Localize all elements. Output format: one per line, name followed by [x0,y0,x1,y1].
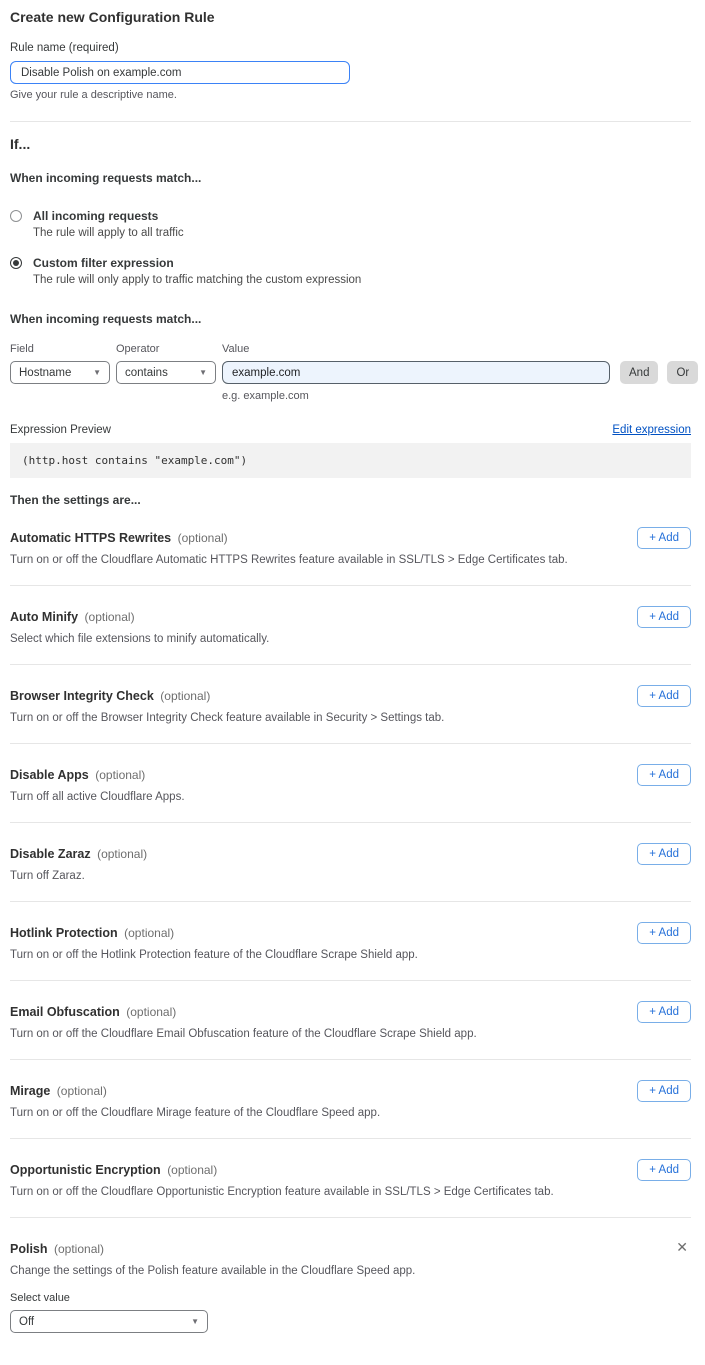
expression-preview-header: Expression Preview Edit expression [10,424,691,436]
setting-description: Select which file extensions to minify a… [10,633,691,646]
setting-row: Mirage (optional) Turn on or off the Clo… [10,1060,691,1139]
page-title: Create new Configuration Rule [10,0,691,25]
or-button[interactable]: Or [667,361,698,384]
setting-row: Browser Integrity Check (optional) Turn … [10,665,691,744]
expression-builder-labels: Field Operator Value [10,343,691,355]
radio-custom-filter-expression[interactable]: Custom filter expression The rule will o… [10,256,691,286]
add-button[interactable]: + Add [637,922,691,944]
setting-optional-tag: (optional) [126,1005,176,1019]
create-configuration-rule-page: Create new Configuration Rule Rule name … [0,0,705,1365]
polish-setting-row: Polish (optional) ✕ Change the settings … [10,1218,691,1351]
setting-description: Turn off Zaraz. [10,870,691,883]
value-input[interactable] [222,361,610,384]
field-select[interactable]: Hostname ▼ [10,361,110,384]
setting-name: Email Obfuscation [10,1005,120,1019]
add-button[interactable]: + Add [637,1080,691,1102]
operator-select-value: contains [125,367,168,379]
value-example-help: e.g. example.com [222,390,691,402]
radio-unselected-icon[interactable] [10,210,22,222]
value-label: Value [222,343,249,355]
setting-row: Opportunistic Encryption (optional) Turn… [10,1139,691,1218]
setting-optional-tag: (optional) [95,768,145,782]
setting-name: Automatic HTTPS Rewrites [10,531,171,545]
radio-all-incoming-label: All incoming requests [33,209,184,223]
radio-custom-filter-description: The rule will only apply to traffic matc… [33,274,361,286]
setting-description: Turn on or off the Cloudflare Mirage fea… [10,1107,691,1120]
rule-name-help: Give your rule a descriptive name. [10,89,691,101]
expression-preview-label: Expression Preview [10,424,111,436]
rule-name-input[interactable] [10,61,350,84]
add-button[interactable]: + Add [637,1001,691,1023]
setting-name: Auto Minify [10,610,78,624]
setting-description: Turn on or off the Cloudflare Opportunis… [10,1186,691,1199]
chevron-down-icon: ▼ [93,369,101,377]
setting-name: Mirage [10,1084,50,1098]
setting-row: Auto Minify (optional) Select which file… [10,586,691,665]
setting-name: Hotlink Protection [10,926,118,940]
operator-label: Operator [116,343,222,355]
close-icon[interactable]: ✕ [676,1240,688,1254]
incoming-requests-heading: When incoming requests match... [10,171,691,185]
and-button[interactable]: And [620,361,658,384]
setting-row: Email Obfuscation (optional) Turn on or … [10,981,691,1060]
setting-row: Disable Apps (optional) Turn off all act… [10,744,691,823]
setting-description: Turn on or off the Hotlink Protection fe… [10,949,691,962]
radio-custom-filter-label: Custom filter expression [33,256,361,270]
setting-description: Turn on or off the Cloudflare Email Obfu… [10,1028,691,1041]
operator-select[interactable]: contains ▼ [116,361,216,384]
add-button[interactable]: + Add [637,527,691,549]
radio-all-incoming-description: The rule will apply to all traffic [33,227,184,239]
setting-row: Hotlink Protection (optional) Turn on or… [10,902,691,981]
setting-name: Disable Apps [10,768,89,782]
setting-optional-tag: (optional) [54,1242,104,1256]
setting-row: Automatic HTTPS Rewrites (optional) Turn… [10,507,691,586]
setting-optional-tag: (optional) [178,531,228,545]
chevron-down-icon: ▼ [199,369,207,377]
polish-value-select[interactable]: Off ▼ [10,1310,208,1333]
field-label: Field [10,343,116,355]
radio-selected-icon[interactable] [10,257,22,269]
expression-builder-row: Hostname ▼ contains ▼ And Or [10,361,691,384]
setting-name: Browser Integrity Check [10,689,154,703]
if-heading: If... [10,136,691,152]
setting-optional-tag: (optional) [124,926,174,940]
setting-optional-tag: (optional) [57,1084,107,1098]
setting-name: Opportunistic Encryption [10,1163,161,1177]
edit-expression-link[interactable]: Edit expression [612,424,691,436]
section-divider [10,121,691,122]
setting-description: Turn off all active Cloudflare Apps. [10,791,691,804]
add-button[interactable]: + Add [637,764,691,786]
chevron-down-icon: ▼ [191,1318,199,1326]
rule-name-label: Rule name (required) [10,42,691,54]
expression-preview-code: (http.host contains "example.com") [10,443,691,478]
expression-builder-heading: When incoming requests match... [10,312,691,326]
setting-optional-tag: (optional) [160,689,210,703]
setting-row: Disable Zaraz (optional) Turn off Zaraz.… [10,823,691,902]
setting-optional-tag: (optional) [167,1163,217,1177]
then-settings-heading: Then the settings are... [10,493,691,507]
add-button[interactable]: + Add [637,685,691,707]
setting-optional-tag: (optional) [85,610,135,624]
polish-select-value: Off [19,1316,34,1328]
settings-list: Automatic HTTPS Rewrites (optional) Turn… [10,507,691,1218]
setting-optional-tag: (optional) [97,847,147,861]
setting-name: Disable Zaraz [10,847,91,861]
radio-all-incoming-requests[interactable]: All incoming requests The rule will appl… [10,209,691,239]
add-button[interactable]: + Add [637,1159,691,1181]
select-value-label: Select value [10,1292,691,1304]
setting-name: Polish [10,1242,48,1256]
add-button[interactable]: + Add [637,843,691,865]
setting-description: Turn on or off the Browser Integrity Che… [10,712,691,725]
field-select-value: Hostname [19,367,71,379]
add-button[interactable]: + Add [637,606,691,628]
setting-description: Turn on or off the Cloudflare Automatic … [10,554,691,567]
